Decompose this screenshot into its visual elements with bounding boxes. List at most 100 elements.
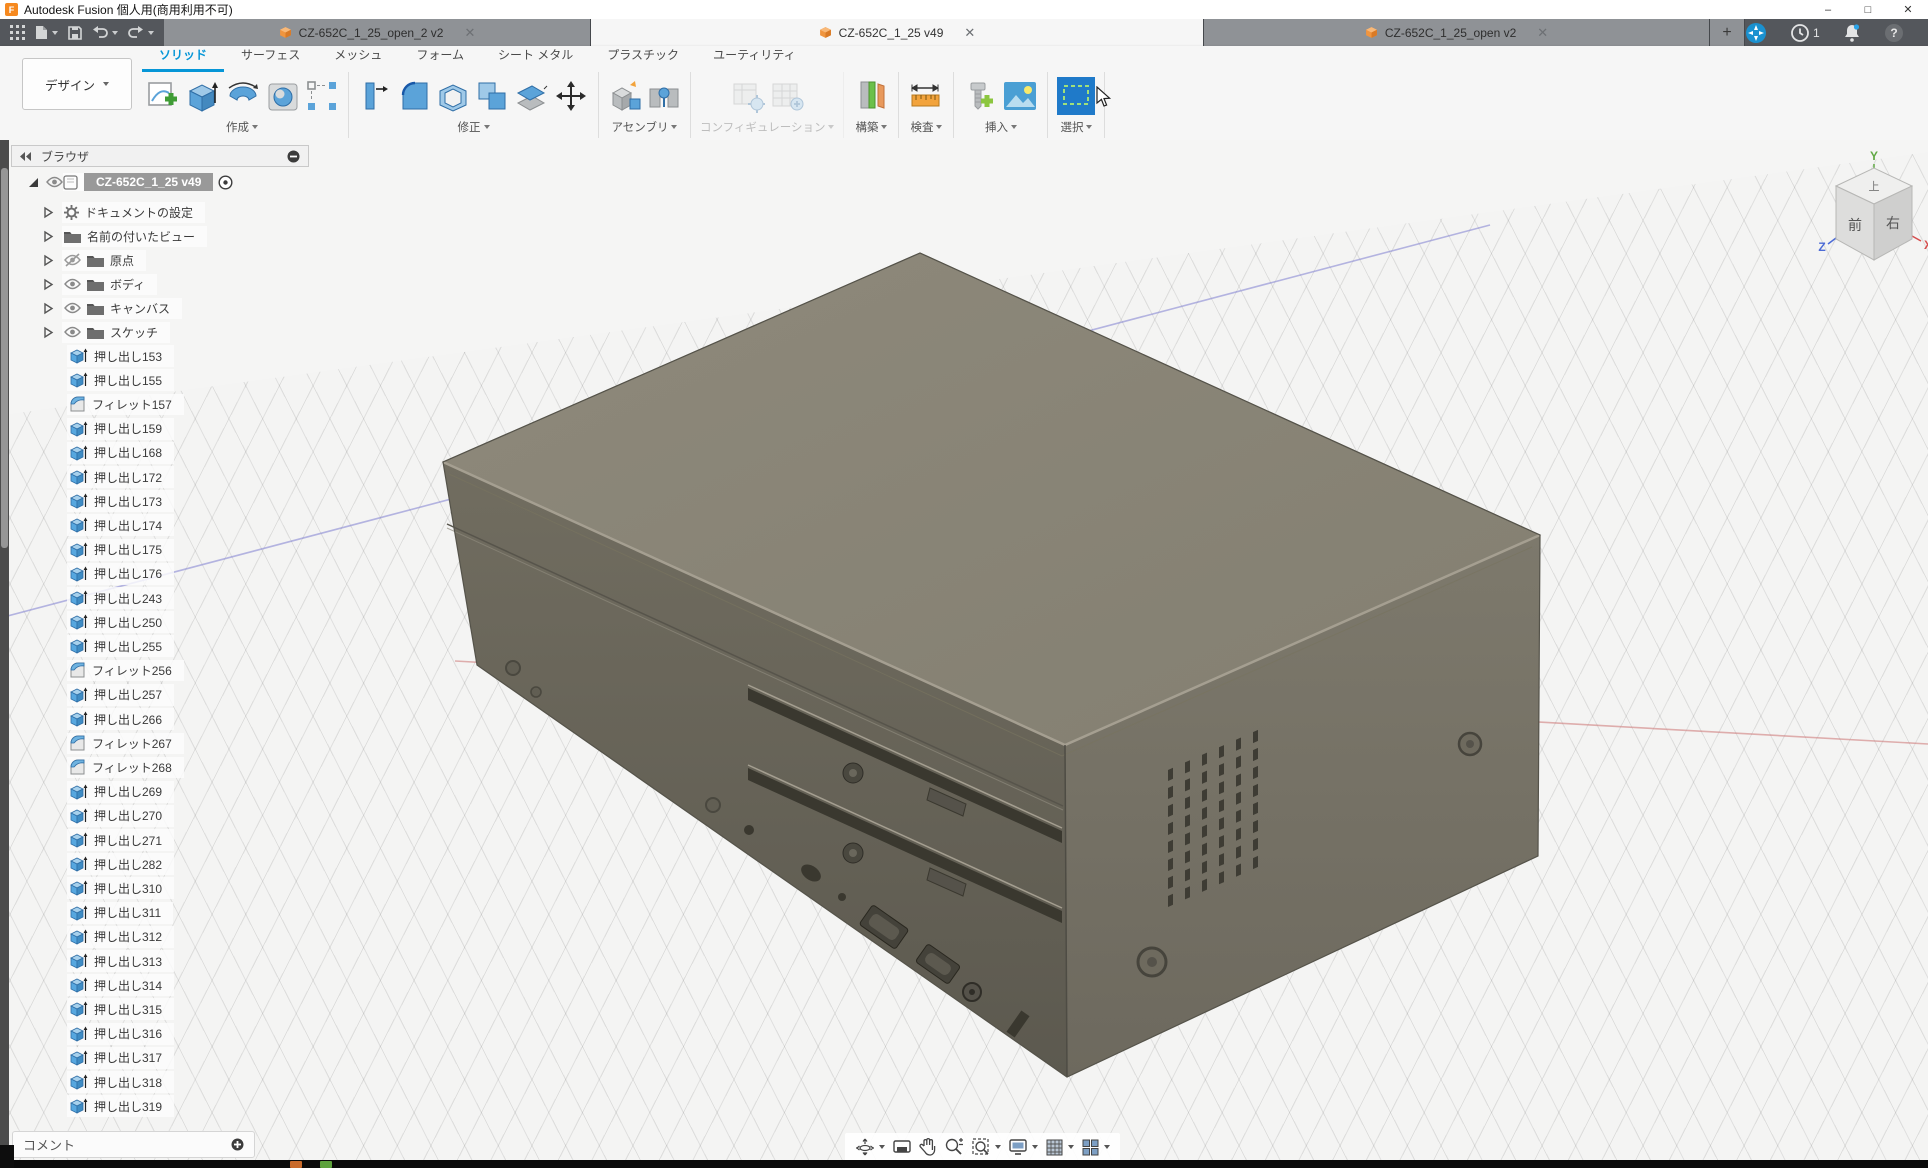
workspace-selector[interactable]: デザイン <box>22 58 132 110</box>
select-window-icon[interactable] <box>1057 77 1095 115</box>
redo-button[interactable] <box>128 26 154 39</box>
file-new-button[interactable] <box>35 25 58 40</box>
extrude-icon[interactable] <box>184 78 220 114</box>
document-tab[interactable]: CZ-652C_1_25 v49 ✕ <box>591 19 1204 46</box>
feature-row[interactable]: 押し出し314 <box>67 973 174 997</box>
shell-icon[interactable] <box>436 79 470 113</box>
feature-row[interactable]: 押し出し176 <box>67 562 174 586</box>
view-cube-faces[interactable]: 上 前 右 <box>1836 168 1912 260</box>
configuration-table-icon[interactable] <box>770 79 804 113</box>
measure-icon[interactable] <box>908 78 944 114</box>
feature-row[interactable]: 押し出し310 <box>67 876 174 900</box>
minus-circle-icon[interactable] <box>287 150 300 163</box>
tree-node[interactable]: ドキュメントの設定 <box>43 200 205 224</box>
taskbar-icon[interactable] <box>290 1161 302 1168</box>
document-tab[interactable]: CZ-652C_1_25_open v2 ✕ <box>1204 19 1710 46</box>
feature-row[interactable]: 押し出し155 <box>67 368 174 392</box>
pan-tool[interactable] <box>919 1137 937 1157</box>
configure-icon[interactable] <box>731 79 765 113</box>
eye-on-icon[interactable] <box>64 302 81 314</box>
tri-closed-icon[interactable] <box>43 254 54 267</box>
feature-row[interactable]: 押し出し313 <box>67 949 174 973</box>
construction-plane-icon[interactable] <box>853 78 889 114</box>
new-component-icon[interactable] <box>608 79 642 113</box>
tree-node[interactable]: ボディ <box>43 272 157 296</box>
feature-row[interactable]: 押し出し269 <box>67 780 174 804</box>
feature-row[interactable]: 押し出し168 <box>67 441 174 465</box>
feature-row[interactable]: 押し出し153 <box>67 344 174 368</box>
offset-face-icon[interactable] <box>514 79 548 113</box>
viewcube-top-label[interactable]: 上 <box>1869 180 1880 193</box>
feature-row[interactable]: 押し出し172 <box>67 465 174 489</box>
feature-row[interactable]: 押し出し282 <box>67 852 174 876</box>
ribbon-group-label[interactable]: 選択 <box>1060 119 1092 135</box>
press-pull-icon[interactable] <box>358 79 392 113</box>
insert-canvas-icon[interactable] <box>1002 79 1038 113</box>
extensions-button[interactable] <box>1745 22 1767 44</box>
feature-row[interactable]: 押し出し270 <box>67 804 174 828</box>
eye-off-icon[interactable] <box>64 253 81 267</box>
insert-fastener-icon[interactable] <box>963 79 997 113</box>
ribbon-tab-item[interactable]: ユーティリティ <box>696 46 813 72</box>
new-tab-button[interactable]: + <box>1710 19 1745 46</box>
pattern-icon[interactable] <box>305 79 339 113</box>
close-tab-icon[interactable]: ✕ <box>964 25 975 41</box>
tree-node[interactable]: 名前の付いたビュー <box>43 224 207 248</box>
view-cube[interactable]: Y Z X 上 前 右 <box>1812 148 1928 266</box>
target-icon[interactable] <box>218 175 233 190</box>
tri-closed-icon[interactable] <box>43 302 54 315</box>
feature-row[interactable]: 押し出し257 <box>67 683 174 707</box>
fillet-tool-icon[interactable] <box>397 79 431 113</box>
feature-row[interactable]: フィレット267 <box>67 731 184 755</box>
add-comment-icon[interactable] <box>231 1138 244 1151</box>
ribbon-tab-item[interactable]: サーフェス <box>224 46 317 72</box>
ribbon-tab-active[interactable]: ソリッド <box>142 46 224 72</box>
undo-button[interactable] <box>92 26 118 39</box>
model-canvas[interactable] <box>0 140 1928 1160</box>
revolve-icon[interactable] <box>225 78 261 114</box>
feature-row[interactable]: フィレット268 <box>67 755 184 779</box>
feature-row[interactable]: 押し出し174 <box>67 513 174 537</box>
display-settings-tool[interactable] <box>1008 1138 1038 1156</box>
feature-row[interactable]: 押し出し317 <box>67 1046 174 1070</box>
ribbon-tab-item[interactable]: シート メタル <box>481 46 590 72</box>
zoom-tool[interactable] <box>944 1137 964 1157</box>
feature-row[interactable]: 押し出し175 <box>67 538 174 562</box>
app-grid-button[interactable] <box>10 25 25 40</box>
browser-root-row[interactable]: CZ-652C_1_25 v49 <box>27 170 233 194</box>
taskbar-icon[interactable] <box>320 1161 332 1168</box>
tri-closed-icon[interactable] <box>43 230 54 243</box>
feature-row[interactable]: 押し出し255 <box>67 634 174 658</box>
ribbon-group-label[interactable]: 作成 <box>226 119 258 135</box>
feature-row[interactable]: 押し出し243 <box>67 586 174 610</box>
move-copy-icon[interactable] <box>553 78 589 114</box>
tree-node[interactable]: キャンバス <box>43 296 182 320</box>
feature-row[interactable]: 押し出し315 <box>67 997 174 1021</box>
viewcube-front-label[interactable]: 前 <box>1848 217 1862 233</box>
save-button[interactable] <box>68 26 82 40</box>
feature-row[interactable]: フィレット256 <box>67 659 184 683</box>
eye-on-icon[interactable] <box>64 326 81 338</box>
feature-row[interactable]: 押し出し311 <box>67 901 173 925</box>
notifications-button[interactable] <box>1844 24 1860 42</box>
comments-bar[interactable]: コメント <box>12 1131 255 1158</box>
tri-closed-icon[interactable] <box>43 206 54 219</box>
ribbon-group-label[interactable]: コンフィギュレーション <box>700 119 834 135</box>
eye-on-icon[interactable] <box>64 278 81 290</box>
close-tab-icon[interactable]: ✕ <box>464 25 475 41</box>
viewcube-right-label[interactable]: 右 <box>1886 215 1900 231</box>
feature-row[interactable]: 押し出し318 <box>67 1070 174 1094</box>
grid-snap-tool[interactable] <box>1045 1138 1074 1157</box>
tri-closed-icon[interactable] <box>43 278 54 291</box>
coil-icon[interactable] <box>266 79 300 113</box>
tree-node[interactable]: 原点 <box>43 248 146 272</box>
browser-scrollbar[interactable] <box>0 140 9 1160</box>
viewports-tool[interactable] <box>1081 1138 1110 1157</box>
look-at-tool[interactable] <box>892 1138 912 1156</box>
feature-row[interactable]: 押し出し319 <box>67 1094 174 1118</box>
tree-node[interactable]: スケッチ <box>43 320 170 344</box>
feature-row[interactable]: 押し出し173 <box>67 489 174 513</box>
tri-closed-icon[interactable] <box>43 326 54 339</box>
collapse-panel-icon[interactable] <box>20 152 33 161</box>
maximize-button[interactable]: □ <box>1848 0 1888 19</box>
